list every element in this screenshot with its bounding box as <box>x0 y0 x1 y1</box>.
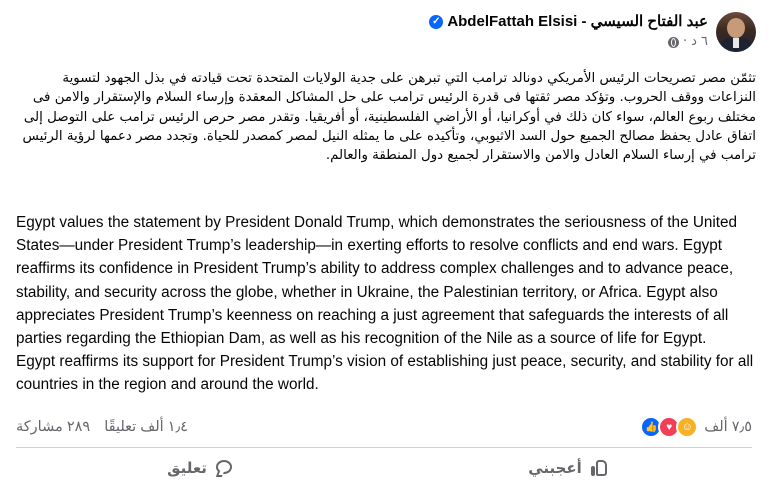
verified-badge-icon: ✓ <box>429 15 444 29</box>
reaction-icons: 👍 ♥ ☺ <box>640 416 699 438</box>
like-label: أعجبني <box>528 459 582 477</box>
facebook-post: AbdelFattah Elsisi - عبد الفتاح السيسي ✓… <box>0 0 768 492</box>
english-paragraph: Egypt reaffirms its support for Presiden… <box>16 353 754 394</box>
author-avatar[interactable] <box>716 12 756 52</box>
author-meta: AbdelFattah Elsisi - عبد الفتاح السيسي ✓… <box>429 12 708 51</box>
shares-count[interactable]: ٢٨٩ مشاركة <box>16 419 90 435</box>
post-stats: ٢٨٩ مشاركة ١٫٤ ألف تعليقًا ٧٫٥ ألف 👍 ♥ ☺ <box>16 416 752 438</box>
post-header: AbdelFattah Elsisi - عبد الفتاح السيسي ✓… <box>429 12 756 52</box>
reactions-summary[interactable]: ٧٫٥ ألف 👍 ♥ ☺ <box>640 416 752 438</box>
english-paragraph: Egypt values the statement by President … <box>16 214 738 348</box>
divider <box>16 447 752 448</box>
care-reaction-icon: ☺ <box>676 416 699 438</box>
engagement-counts: ٢٨٩ مشاركة ١٫٤ ألف تعليقًا <box>16 419 188 435</box>
comment-icon <box>215 459 233 477</box>
post-subtitle: ٦ د · <box>429 33 708 51</box>
post-text-arabic: تثمّن مصر تصريحات الرئيس الأمريكي دونالد… <box>12 69 756 165</box>
like-button[interactable]: أعجبني <box>384 449 752 487</box>
post-timestamp[interactable]: ٦ د <box>691 33 708 51</box>
comment-button[interactable]: تعليق <box>16 449 384 487</box>
author-name-row: AbdelFattah Elsisi - عبد الفتاح السيسي ✓ <box>429 12 708 32</box>
timestamp-separator: · <box>682 34 688 49</box>
comments-count[interactable]: ١٫٤ ألف تعليقًا <box>104 419 188 435</box>
reactions-count[interactable]: ٧٫٥ ألف <box>704 419 752 435</box>
post-actions: أعجبني تعليق <box>16 449 752 487</box>
arabic-paragraph: تثمّن مصر تصريحات الرئيس الأمريكي دونالد… <box>22 71 756 164</box>
thumbs-up-icon <box>590 459 608 477</box>
author-name[interactable]: AbdelFattah Elsisi - عبد الفتاح السيسي <box>447 12 708 32</box>
comment-label: تعليق <box>167 459 207 477</box>
post-text-english: Egypt values the statement by President … <box>16 211 756 397</box>
globe-icon <box>667 36 679 48</box>
